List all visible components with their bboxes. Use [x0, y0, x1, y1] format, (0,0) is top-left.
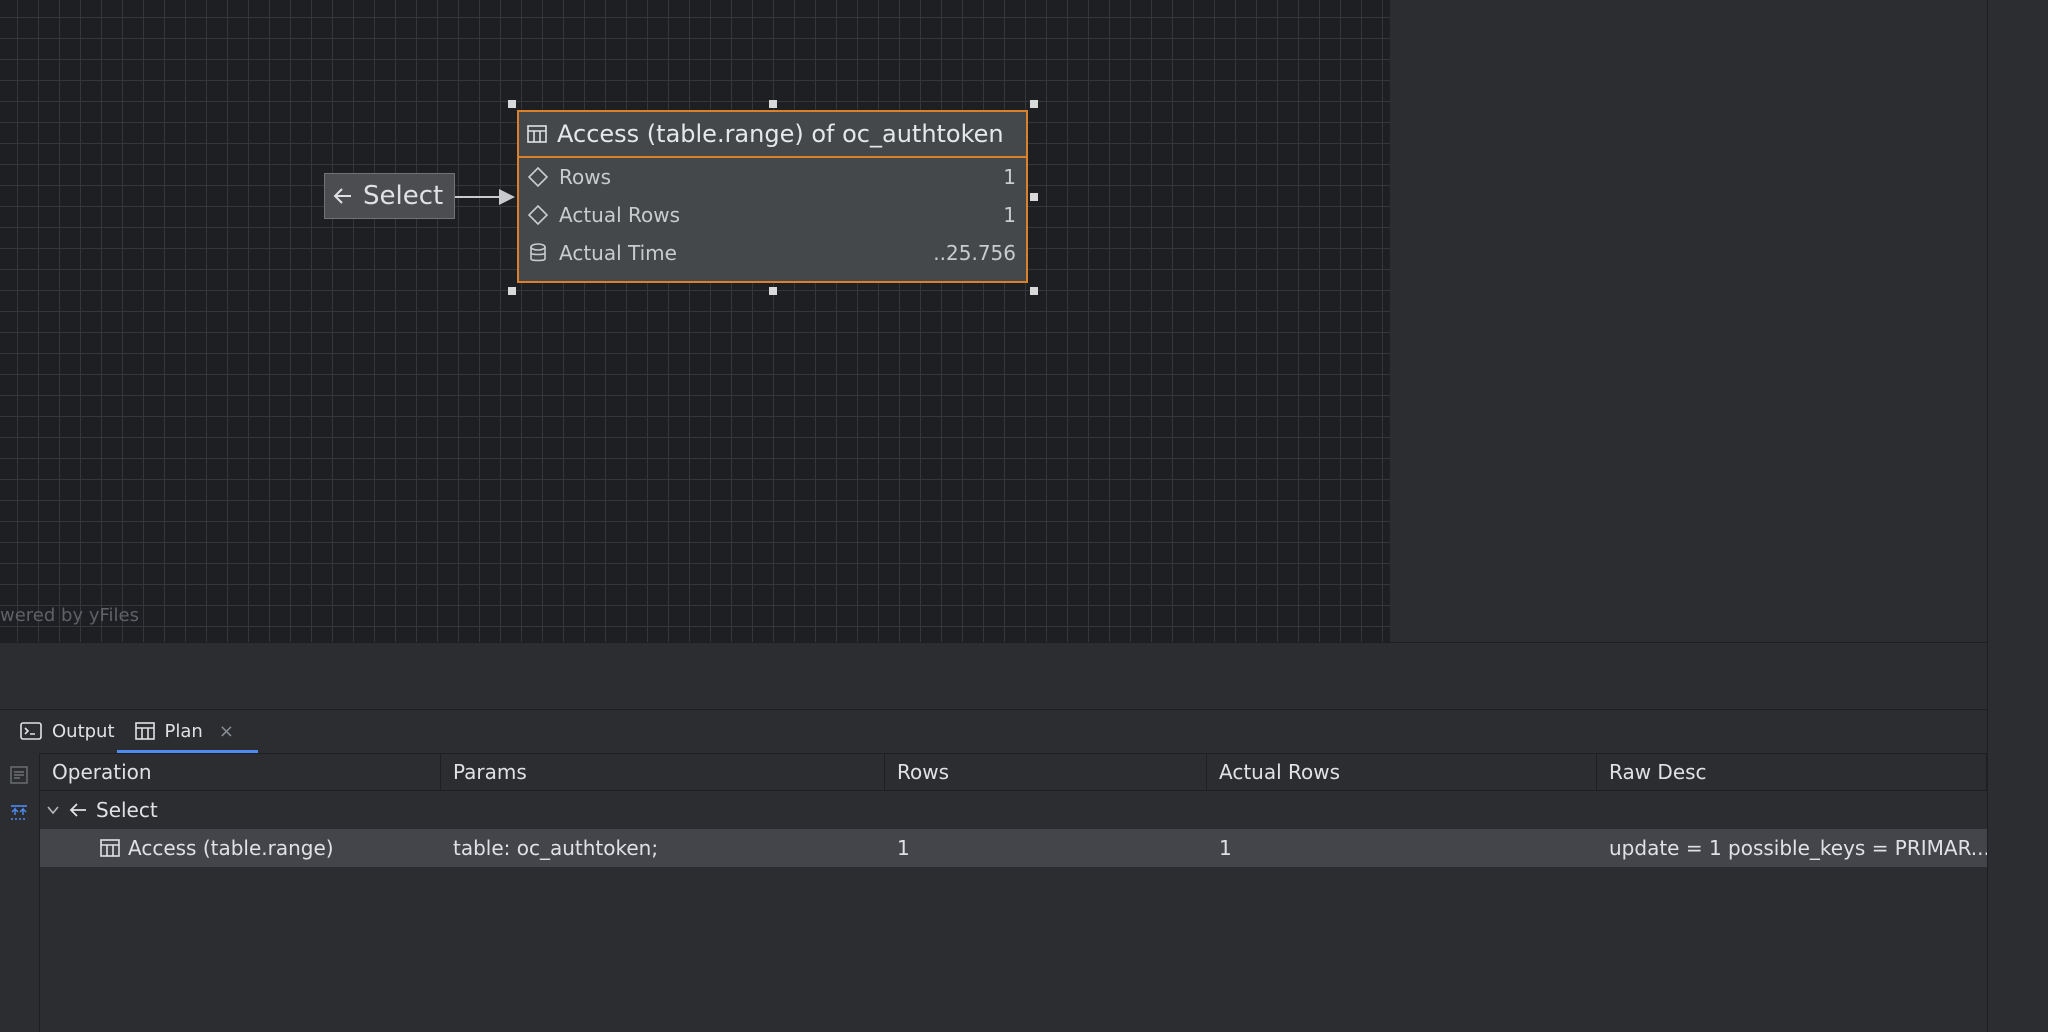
bottom-tabs: Output Plan ×: [0, 709, 1987, 753]
empty-side-panel: [1390, 0, 1987, 642]
graph-edge-arrow: [499, 189, 515, 205]
yfiles-watermark: wered by yFiles: [0, 605, 139, 626]
resize-handle[interactable]: [508, 100, 516, 108]
operation-cell: Access (table.range): [128, 836, 334, 860]
access-node-title: Access (table.range) of oc_authtoken: [557, 120, 1004, 148]
tab-output[interactable]: Output: [20, 709, 115, 753]
resize-handle[interactable]: [769, 287, 777, 295]
row-value-rows: 1: [1003, 165, 1016, 189]
panel-splitter[interactable]: [0, 642, 1987, 710]
resize-handle[interactable]: [1030, 193, 1038, 201]
resize-handle[interactable]: [508, 287, 516, 295]
column-header-rows[interactable]: Rows: [885, 754, 1207, 790]
right-tool-strip: [1987, 0, 2048, 1032]
table-row[interactable]: Access (table.range) table: oc_authtoken…: [40, 829, 1987, 867]
actual-rows-cell: 1: [1219, 836, 1232, 860]
tab-output-label: Output: [52, 720, 115, 742]
graph-edge: [455, 196, 505, 198]
row-label-actual-rows: Actual Rows: [559, 203, 681, 227]
resize-handle[interactable]: [1030, 100, 1038, 108]
column-header-actual-rows[interactable]: Actual Rows: [1207, 754, 1597, 790]
rows-cell: 1: [897, 836, 910, 860]
resize-handle[interactable]: [1030, 287, 1038, 295]
table-icon: [134, 722, 155, 740]
column-header-raw-desc[interactable]: Raw Desc: [1597, 754, 1987, 790]
access-node-row: Rows 1: [519, 158, 1026, 196]
select-arrow-icon: [68, 802, 88, 818]
table-icon: [527, 125, 547, 143]
operation-cell: Select: [96, 798, 158, 822]
table-row[interactable]: Select: [40, 791, 1987, 829]
table-icon: [100, 839, 120, 857]
select-node[interactable]: Select: [324, 173, 455, 219]
tab-plan-label: Plan: [164, 720, 203, 742]
row-label-actual-time: Actual Time: [559, 241, 677, 265]
expand-all-icon[interactable]: [7, 801, 31, 825]
console-icon: [20, 722, 42, 740]
access-node-row: Actual Rows 1: [519, 196, 1026, 234]
select-node-label: Select: [363, 181, 444, 211]
diamond-icon: [527, 204, 549, 226]
column-header-operation[interactable]: Operation: [40, 754, 441, 790]
database-icon: [527, 242, 549, 264]
params-cell: table: oc_authtoken;: [453, 836, 659, 860]
plan-table: Operation Params Rows Actual Rows Raw De…: [40, 753, 1987, 1032]
row-value-actual-time: ..25.756: [933, 241, 1016, 265]
row-label-rows: Rows: [559, 165, 612, 189]
table-header: Operation Params Rows Actual Rows Raw De…: [40, 753, 1987, 791]
access-node-header: Access (table.range) of oc_authtoken: [519, 112, 1026, 158]
select-arrow-icon: [333, 187, 353, 205]
row-value-actual-rows: 1: [1003, 203, 1016, 227]
table-toolbar: [0, 753, 40, 1032]
raw-desc-cell: update = 1 possible_keys = PRIMAR...: [1609, 836, 1987, 860]
close-icon[interactable]: ×: [219, 721, 234, 742]
diamond-icon: [527, 166, 549, 188]
tab-plan[interactable]: Plan ×: [116, 709, 259, 753]
column-header-params[interactable]: Params: [441, 754, 885, 790]
chevron-down-icon[interactable]: [46, 803, 60, 817]
access-node[interactable]: Access (table.range) of oc_authtoken Row…: [517, 110, 1028, 283]
rows-icon[interactable]: [7, 763, 31, 787]
resize-handle[interactable]: [769, 100, 777, 108]
access-node-row: Actual Time ..25.756: [519, 234, 1026, 272]
plan-graph-canvas[interactable]: wered by yFiles Select Access (table.ran…: [0, 0, 1390, 642]
